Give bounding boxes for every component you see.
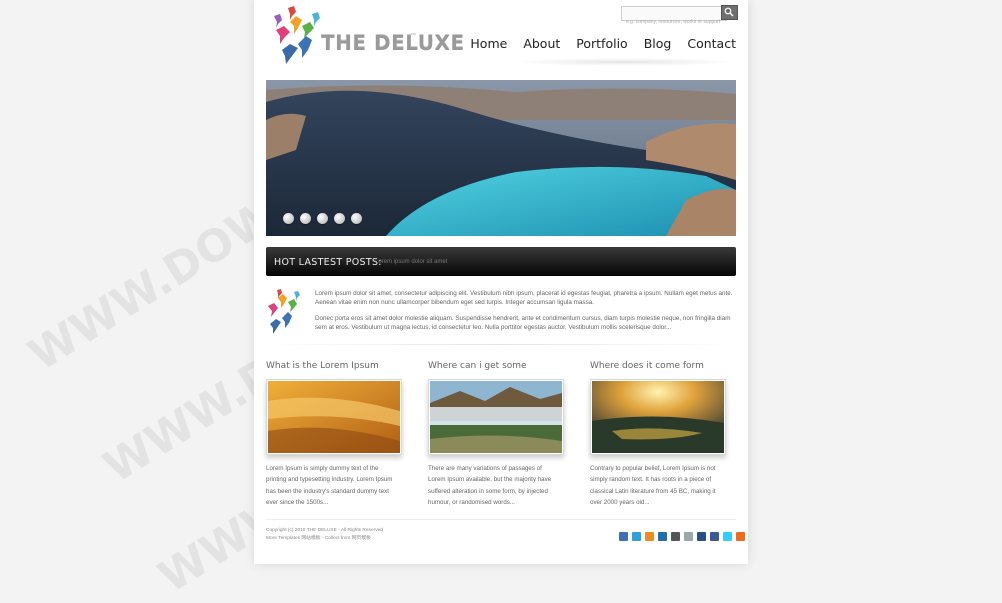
slider-dot-5[interactable] [351,213,362,224]
column-1-image[interactable] [266,379,402,455]
linkedin-icon[interactable] [658,532,667,541]
intro-birds-icon [268,289,300,334]
search-icon [724,7,734,17]
hot-posts-title: HOT LASTEST POSTS: [274,257,382,268]
column-3-text: Contrary to popular belief, Lorem Ipsum … [590,465,716,506]
brand-name[interactable]: THE DELUXE [321,31,465,55]
flickr-icon[interactable] [619,532,628,541]
section-divider [266,344,736,345]
nav-home[interactable]: Home [470,36,507,51]
column-2-text: There are many variations of passages of… [428,465,552,506]
intro-paragraph-1: Lorem ipsum dolor sit amet, consectetur … [315,290,733,306]
footer-text: Copyright (c) 2010 THE DELUXE - All Righ… [266,527,383,543]
brand-trademark: ™ [410,33,416,39]
column-1-text: Lorem Ipsum is simply dummy text of the … [266,465,393,506]
reddit-icon[interactable] [684,532,693,541]
slider-dot-1[interactable] [283,213,294,224]
sunrise-image [592,381,724,453]
footer-copyright: Copyright (c) 2010 THE DELUXE - All Righ… [266,528,383,533]
social-icons [619,532,745,541]
intro-paragraph-2: Donec porta eros sit amet dolor molestie… [315,315,731,331]
nav-shadow [512,58,736,66]
digg-icon[interactable] [697,532,706,541]
slider-dot-3[interactable] [317,213,328,224]
delicious-icon[interactable] [671,532,680,541]
column-1-title[interactable]: What is the Lorem Ipsum [266,361,379,371]
column-3-image[interactable] [590,379,726,455]
desert-image [268,381,400,453]
column-2-title[interactable]: Where can i get some [428,361,527,371]
slider-dot-4[interactable] [334,213,345,224]
main-nav: Home About Portfolio Blog Contact [470,36,736,51]
search-button[interactable] [721,5,738,20]
facebook-icon[interactable] [710,532,719,541]
nav-contact[interactable]: Contact [687,36,736,51]
rss-icon[interactable] [645,532,654,541]
rss-feed-icon[interactable] [736,532,745,541]
nav-portfolio[interactable]: Portfolio [576,36,627,51]
search-hint: e.g. company, resources, works or suppor… [626,19,721,25]
skype-icon[interactable] [632,532,641,541]
slider-dots [283,213,362,224]
valley-image [430,381,562,453]
slider-dot-2[interactable] [300,213,311,224]
nav-blog[interactable]: Blog [644,36,672,51]
nav-about[interactable]: About [523,36,560,51]
footer-divider [266,519,736,520]
column-3-title[interactable]: Where does it come form [590,361,704,371]
footer-credit[interactable]: More Templates 网站模板 - Collect from 网页模板 [266,535,383,543]
column-2-image[interactable] [428,379,564,455]
twitter-icon[interactable] [723,532,732,541]
hot-posts-link[interactable]: Lorem ipsum dolor sit amet [375,259,447,265]
intro-text: Lorem ipsum dolor sit amet, consectetur … [315,289,736,339]
